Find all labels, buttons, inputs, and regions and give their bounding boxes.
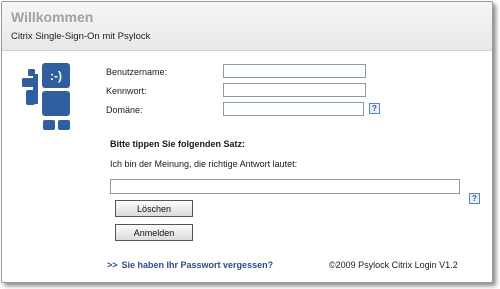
domain-help-icon[interactable]: ? [369,103,380,114]
forgot-password-label: Sie haben Ihr Passwort vergessen? [121,260,274,270]
psylock-logo-icon: :-) [22,63,70,130]
typing-sentence-text: Ich bin der Meinung, die richtige Antwor… [110,159,298,169]
typing-help-icon[interactable]: ? [469,193,480,204]
page-subtitle: Citrix Single-Sign-On mit Psylock [11,31,151,42]
username-input[interactable] [223,64,366,78]
domain-label: Domäne: [106,105,143,115]
typing-prompt-heading: Bitte tippen Sie folgenden Satz: [110,139,246,149]
typing-sentence-input[interactable] [110,179,460,194]
forgot-password-link[interactable]: >> Sie haben Ihr Passwort vergessen? [107,260,273,270]
page-title: Willkommen [11,9,94,25]
username-label: Benutzername: [106,67,168,77]
header-bar: Willkommen Citrix Single-Sign-On mit Psy… [2,2,492,51]
domain-input[interactable] [223,102,364,116]
login-window: Willkommen Citrix Single-Sign-On mit Psy… [1,1,493,283]
logo-smiley: :-) [50,69,62,83]
clear-button[interactable]: Löschen [115,200,193,217]
copyright-text: ©2009 Psylock Citrix Login V1.2 [329,260,458,270]
password-label: Kennwort: [106,86,147,96]
login-button[interactable]: Anmelden [115,224,193,241]
password-input[interactable] [223,83,366,97]
forgot-arrows-icon: >> [107,260,118,270]
